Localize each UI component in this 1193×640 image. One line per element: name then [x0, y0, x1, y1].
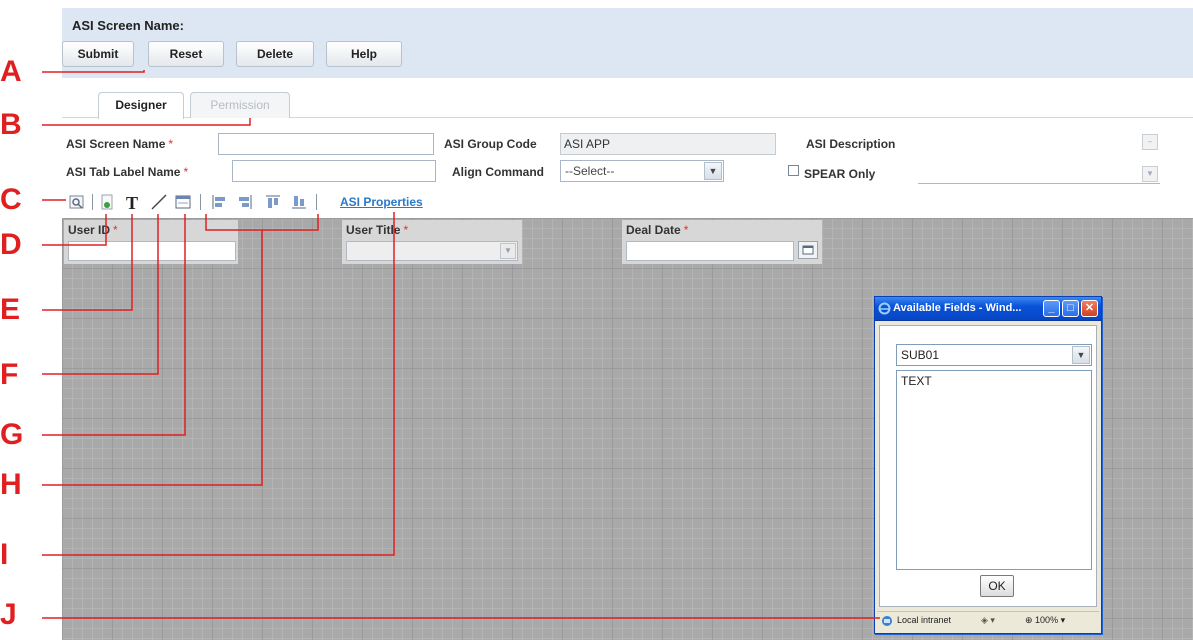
- leader-b: [42, 118, 251, 126]
- leader-h: [42, 214, 319, 486]
- leader-d: [42, 214, 107, 246]
- callout-leaders: [42, 70, 880, 619]
- leader-g: [42, 214, 186, 436]
- leader-i: [42, 212, 395, 556]
- leader-e: [42, 214, 133, 311]
- leader-a: [42, 70, 145, 73]
- leader-f: [42, 214, 159, 375]
